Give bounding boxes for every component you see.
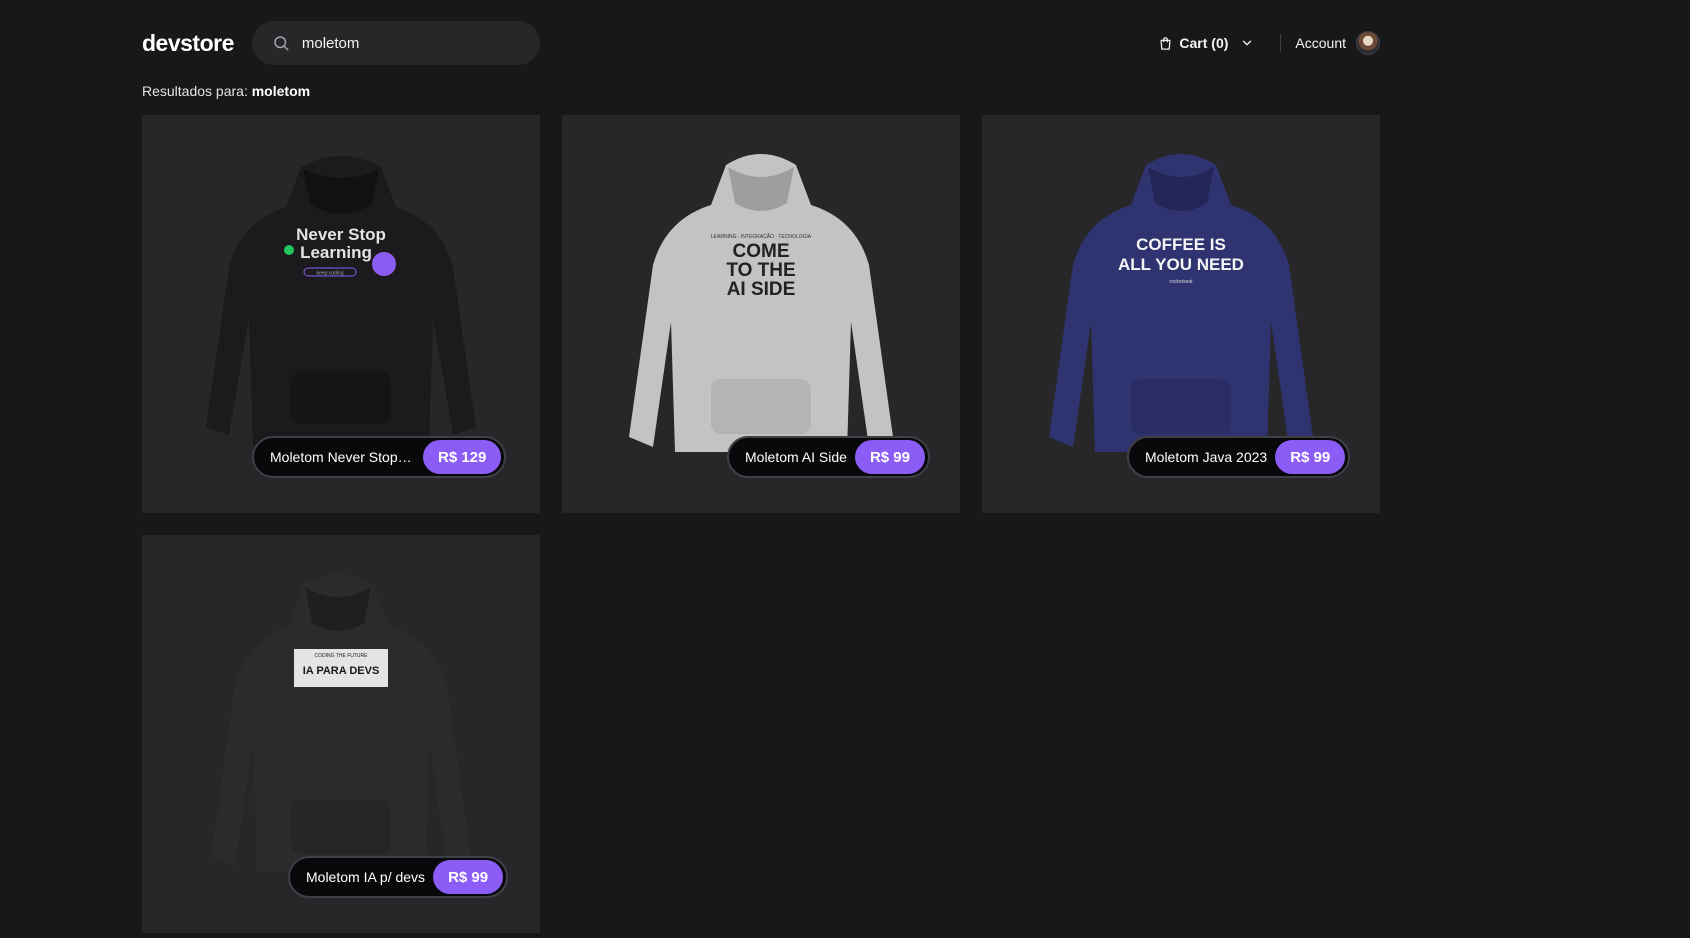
product-badge: Moletom IA p/ devs R$ 99 — [288, 856, 509, 898]
print-line-2: TO THE — [726, 260, 795, 281]
print-line-1: Never Stop — [296, 225, 386, 244]
header: devstore Cart (0) Account — [142, 21, 1380, 65]
product-card[interactable]: Never Stop Learning keep coding Moletom … — [142, 115, 540, 513]
product-name: Moletom Java 2023 — [1145, 449, 1268, 465]
print-line-2: Learning — [300, 243, 372, 262]
results-prefix: Resultados para: — [142, 83, 248, 99]
product-price: R$ 99 — [854, 440, 925, 474]
product-price: R$ 99 — [433, 860, 504, 894]
results-query: moletom — [251, 83, 311, 99]
product-card[interactable]: LEARNING · INTEGRAÇÃO · TECNOLOGIA COME … — [562, 115, 960, 513]
print-line-1: CODING THE FUTURE — [315, 653, 369, 659]
account-link[interactable]: Account — [1295, 31, 1380, 55]
cart-label: Cart (0) — [1179, 35, 1229, 51]
product-name: Moletom Never Stop L... — [270, 449, 415, 465]
product-price: R$ 129 — [423, 440, 502, 474]
page: devstore Cart (0) Account R — [0, 0, 1690, 938]
product-card[interactable]: COFFEE IS ALL YOU NEED rocketseat Moleto… — [982, 115, 1380, 513]
avatar — [1356, 31, 1380, 55]
product-badge: Moletom Java 2023 R$ 99 — [1127, 436, 1351, 478]
product-image: LEARNING · INTEGRAÇÃO · TECNOLOGIA COME … — [629, 154, 893, 452]
results-heading: Resultados para: moletom — [142, 83, 310, 99]
header-actions: Cart (0) Account — [1158, 31, 1380, 55]
header-divider — [1280, 34, 1282, 52]
product-name: Moletom AI Side — [745, 449, 847, 465]
cart-button[interactable]: Cart (0) — [1158, 35, 1228, 51]
product-price: R$ 99 — [1275, 440, 1346, 474]
print-line-1: COME — [733, 241, 790, 262]
product-card[interactable]: CODING THE FUTURE IA PARA DEVS Moletom I… — [142, 535, 540, 933]
print-sub: rocketseat — [1169, 279, 1193, 285]
search-input[interactable] — [301, 34, 512, 52]
print-line-3: AI SIDE — [727, 279, 796, 300]
print-sub: keep coding — [317, 271, 344, 277]
chevron-down-icon[interactable] — [1240, 36, 1254, 50]
print-line-2: IA PARA DEVS — [303, 665, 380, 677]
product-image: COFFEE IS ALL YOU NEED rocketseat — [1049, 154, 1313, 452]
logo[interactable]: devstore — [142, 30, 234, 57]
account-label: Account — [1295, 35, 1346, 51]
search-icon — [274, 36, 289, 51]
search-box[interactable] — [251, 21, 540, 65]
print-line-2: ALL YOU NEED — [1118, 255, 1244, 274]
product-image: CODING THE FUTURE IA PARA DEVS — [211, 574, 471, 872]
product-badge: Moletom AI Side R$ 99 — [727, 436, 930, 478]
shopping-bag-icon — [1160, 36, 1171, 50]
product-image: Never Stop Learning keep coding — [206, 156, 476, 447]
print-line-1: COFFEE IS — [1136, 235, 1226, 254]
product-name: Moletom IA p/ devs — [306, 869, 426, 885]
product-badge: Moletom Never Stop L... R$ 129 — [252, 436, 507, 478]
print-sub: LEARNING · INTEGRAÇÃO · TECNOLOGIA — [711, 233, 812, 240]
